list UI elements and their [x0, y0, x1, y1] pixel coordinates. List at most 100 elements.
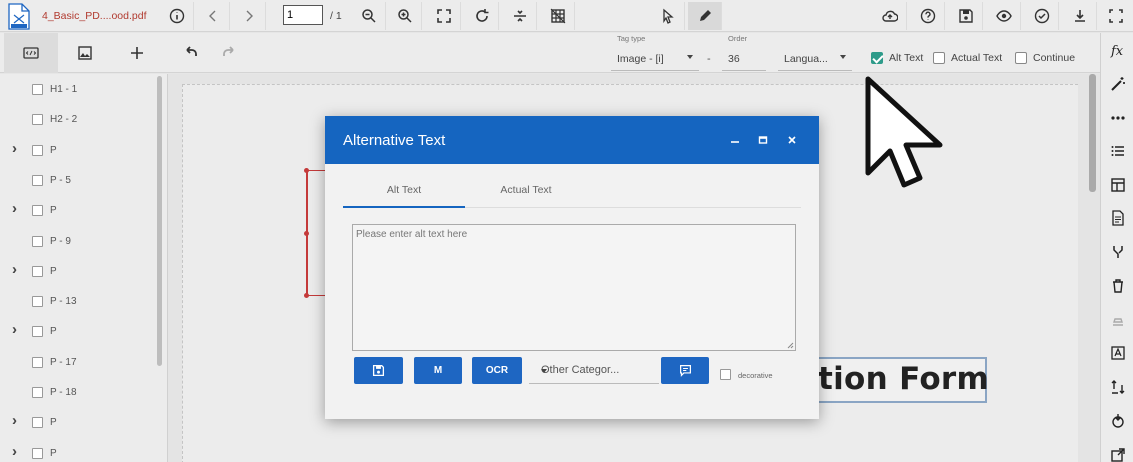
tree-item-checkbox[interactable] [32, 235, 43, 247]
zoom-in-button[interactable] [388, 2, 422, 30]
chevron-right-icon[interactable]: › [12, 200, 17, 217]
tree-item-checkbox[interactable] [32, 265, 43, 277]
category-select[interactable]: Other Categor... [529, 357, 659, 384]
tree-item-checkbox[interactable] [32, 174, 43, 186]
continue-checkbox[interactable] [1015, 52, 1027, 64]
document-heading-box[interactable]: tion Form [810, 357, 989, 403]
list-button[interactable] [1101, 134, 1133, 168]
tree-item-checkbox[interactable] [32, 84, 43, 95]
tree-item-checkbox[interactable] [32, 326, 43, 338]
tree-item[interactable]: P - 17 [0, 348, 158, 378]
magic-wand-icon [1110, 77, 1125, 91]
tab-actual-text[interactable]: Actual Text [465, 173, 587, 208]
document-properties-button[interactable] [1101, 201, 1133, 235]
tree-item-checkbox[interactable] [32, 144, 43, 156]
chevron-right-icon[interactable]: › [12, 140, 17, 157]
tree-item-label: P - 13 [50, 296, 77, 308]
pen-tool-button[interactable] [688, 2, 722, 30]
alt-text-input[interactable] [352, 224, 796, 351]
preview-button[interactable] [987, 2, 1021, 30]
chevron-right-icon[interactable]: › [12, 321, 17, 338]
tree-item-checkbox[interactable] [32, 417, 43, 429]
tree-item[interactable]: P - 9 [0, 227, 158, 257]
select-tool-button[interactable] [651, 2, 685, 30]
tree-item-checkbox[interactable] [32, 387, 43, 398]
rotate-button[interactable] [465, 2, 499, 30]
chevron-right-icon[interactable]: › [12, 443, 17, 460]
dialog-header[interactable]: Alternative Text [325, 116, 819, 164]
merge-button[interactable] [1101, 235, 1133, 269]
page-number-input[interactable] [283, 5, 323, 25]
chevron-right-icon[interactable]: › [12, 261, 17, 278]
decorative-checkbox[interactable] [720, 369, 731, 380]
resize-grip-icon[interactable] [786, 341, 794, 349]
maximize-button[interactable] [753, 130, 773, 150]
language-select[interactable]: Langua... [778, 35, 852, 71]
tag-type-select[interactable]: Tag type Image - [i] [611, 34, 699, 71]
stamp-button[interactable] [1101, 303, 1133, 337]
reorder-button[interactable] [1101, 370, 1133, 404]
canvas-scrollbar[interactable] [1089, 74, 1096, 192]
minimize-button[interactable] [725, 130, 745, 150]
tab-images-panel[interactable] [58, 33, 112, 73]
actual-text-checkbox[interactable] [933, 52, 945, 64]
info-button[interactable] [160, 2, 194, 30]
order-label: Order [728, 34, 748, 43]
order-field[interactable]: Order 36 [722, 34, 766, 71]
tree-item[interactable]: P - 13 [0, 287, 158, 317]
save-alt-text-button[interactable] [354, 357, 403, 384]
tree-item[interactable]: › P [0, 317, 158, 347]
selection-handle[interactable] [304, 168, 309, 173]
tree-item[interactable]: › P [0, 408, 158, 438]
validate-button[interactable] [1025, 2, 1059, 30]
tree-item-checkbox[interactable] [32, 114, 43, 126]
tree-item[interactable]: P - 5 [0, 166, 158, 196]
selection-handle[interactable] [304, 231, 309, 236]
previous-page-button[interactable] [196, 2, 230, 30]
zoom-out-button[interactable] [352, 2, 386, 30]
tree-item-checkbox[interactable] [32, 205, 43, 217]
selection-handle[interactable] [304, 293, 309, 298]
tree-item[interactable]: P - 18 [0, 378, 158, 408]
tab-tags-panel[interactable] [4, 33, 58, 73]
more-icon [1110, 116, 1125, 120]
more-button[interactable] [1101, 101, 1133, 135]
file-tab[interactable]: 4_Basic_PD....ood.pdf [0, 0, 160, 32]
chevron-right-icon[interactable]: › [12, 412, 17, 429]
ocr-button[interactable]: OCR [472, 357, 522, 384]
export-button[interactable] [1101, 438, 1133, 462]
comment-button[interactable] [661, 357, 709, 384]
table-button[interactable] [1101, 168, 1133, 202]
tree-item-checkbox[interactable] [32, 296, 43, 308]
alt-text-checkbox[interactable] [871, 52, 883, 64]
download-button[interactable] [1063, 2, 1097, 30]
text-box-button[interactable] [1101, 336, 1133, 370]
fullscreen-button[interactable] [1099, 2, 1133, 30]
m-button[interactable]: M [414, 357, 462, 384]
undo-button[interactable] [170, 33, 210, 73]
auto-tag-button[interactable] [1101, 67, 1133, 101]
upload-button[interactable] [873, 2, 907, 30]
tree-item[interactable]: › P [0, 196, 158, 226]
anchor-button[interactable] [1101, 404, 1133, 438]
close-button[interactable] [782, 130, 802, 150]
save-button[interactable] [949, 2, 983, 30]
tree-item[interactable]: › P [0, 257, 158, 287]
tree-item[interactable]: H2 - 2 [0, 105, 158, 135]
fit-page-button[interactable] [427, 2, 461, 30]
tag-toolbar: Tag type Image - [i] - Order 36 Langua..… [0, 33, 1100, 73]
tree-item-checkbox[interactable] [32, 356, 43, 368]
formula-button[interactable]: fx [1101, 33, 1133, 67]
help-button[interactable] [911, 2, 945, 30]
tree-item[interactable]: › P [0, 439, 158, 462]
tree-item[interactable]: › P [0, 136, 158, 166]
split-button[interactable] [503, 2, 537, 30]
tree-item-checkbox[interactable] [32, 447, 43, 459]
delete-button[interactable] [1101, 269, 1133, 303]
tab-alt-text[interactable]: Alt Text [343, 173, 465, 208]
redo-button[interactable] [210, 33, 250, 73]
tree-item[interactable]: H1 - 1 [0, 75, 158, 105]
next-page-button[interactable] [232, 2, 266, 30]
add-tag-button[interactable] [110, 33, 164, 73]
grid-off-button[interactable] [541, 2, 575, 30]
